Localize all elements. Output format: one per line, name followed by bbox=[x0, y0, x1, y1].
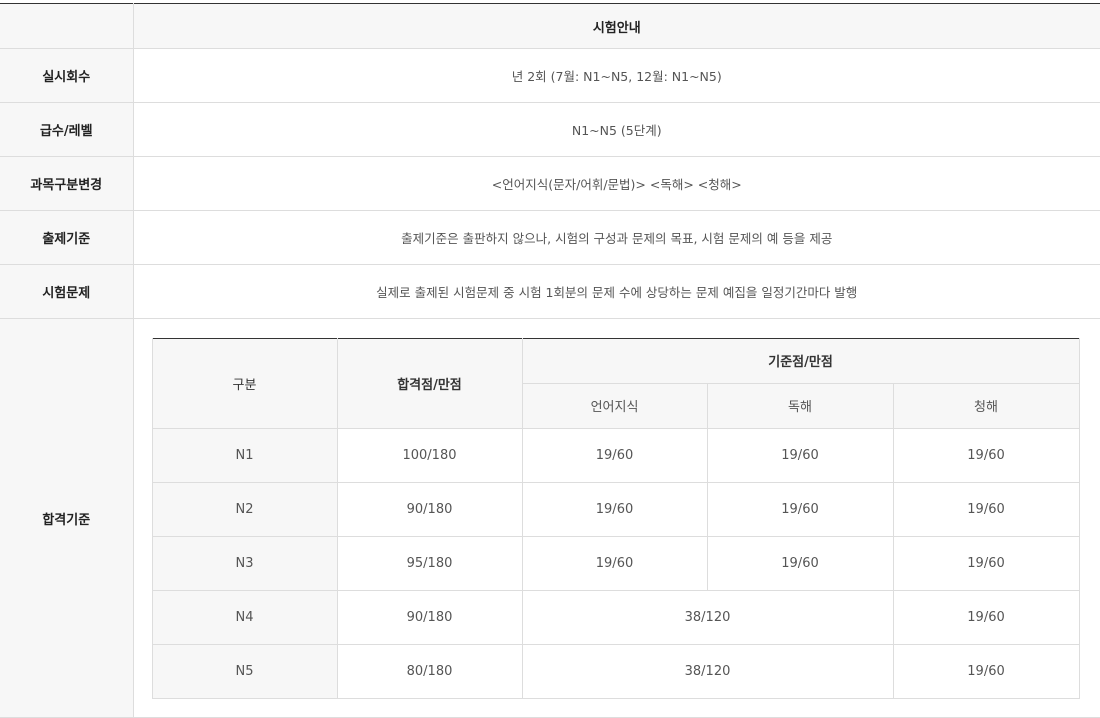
listening-score-cell: 19/60 bbox=[892, 589, 1080, 645]
listening-score-cell: 19/60 bbox=[892, 427, 1080, 483]
listening-score-cell: 19/60 bbox=[892, 481, 1080, 537]
table-row: 실시회수 년 2회 (7월: N1~N5, 12월: N1~N5) bbox=[0, 48, 1100, 103]
level-cell: N5 bbox=[151, 643, 338, 699]
table-row: N4 90/180 38/120 19/60 bbox=[151, 589, 1080, 645]
row-label: 실시회수 bbox=[0, 48, 134, 103]
exam-info-table: 시험안내 실시회수 년 2회 (7월: N1~N5, 12월: N1~N5) 급… bbox=[0, 3, 1100, 718]
pass-score-cell: 90/180 bbox=[336, 589, 523, 645]
subheader-reading: 독해 bbox=[706, 382, 894, 429]
table-row: 급수/레벨 N1~N5 (5단계) bbox=[0, 102, 1100, 157]
table-row: N3 95/180 19/60 19/60 19/60 bbox=[151, 535, 1080, 591]
pass-criteria-row: 합격기준 구분 합격점/만점 기준점/만점 언어지식 독해 청해 N1 100/… bbox=[0, 318, 1100, 718]
row-value: N1~N5 (5단계) bbox=[133, 102, 1100, 157]
subheader-language: 언어지식 bbox=[521, 382, 708, 429]
listening-score-cell: 19/60 bbox=[892, 535, 1080, 591]
row-value: 출제기준은 출판하지 않으나, 시험의 구성과 문제의 목표, 시험 문제의 예… bbox=[133, 210, 1100, 265]
combined-score-cell: 38/120 bbox=[521, 589, 894, 645]
language-score-cell: 19/60 bbox=[521, 427, 708, 483]
row-value: 년 2회 (7월: N1~N5, 12월: N1~N5) bbox=[133, 48, 1100, 103]
reading-score-cell: 19/60 bbox=[706, 427, 894, 483]
row-label: 출제기준 bbox=[0, 210, 134, 265]
inner-header-row: 구분 합격점/만점 기준점/만점 bbox=[151, 338, 1080, 429]
pass-score-cell: 80/180 bbox=[336, 643, 523, 699]
row-label: 합격기준 bbox=[0, 318, 134, 718]
pass-criteria-cell: 구분 합격점/만점 기준점/만점 언어지식 독해 청해 N1 100/180 1… bbox=[133, 318, 1100, 718]
pass-score-cell: 95/180 bbox=[336, 535, 523, 591]
language-score-cell: 19/60 bbox=[521, 481, 708, 537]
row-label: 시험문제 bbox=[0, 264, 134, 319]
table-title: 시험안내 bbox=[133, 3, 1100, 49]
table-row: 출제기준 출제기준은 출판하지 않으나, 시험의 구성과 문제의 목표, 시험 … bbox=[0, 210, 1100, 265]
combined-score-cell: 38/120 bbox=[521, 643, 894, 699]
table-row: 과목구분변경 <언어지식(문자/어휘/문법)> <독해> <청해> bbox=[0, 156, 1100, 211]
pass-score-cell: 90/180 bbox=[336, 481, 523, 537]
pass-criteria-table: 구분 합격점/만점 기준점/만점 언어지식 독해 청해 N1 100/180 1… bbox=[151, 337, 1080, 699]
row-value: 실제로 출제된 시험문제 중 시험 1회분의 문제 수에 상당하는 문제 예집을… bbox=[133, 264, 1100, 319]
reading-score-cell: 19/60 bbox=[706, 535, 894, 591]
table-row: 시험문제 실제로 출제된 시험문제 중 시험 1회분의 문제 수에 상당하는 문… bbox=[0, 264, 1100, 319]
header-row: 시험안내 bbox=[0, 3, 1100, 49]
col-header-base: 기준점/만점 bbox=[521, 338, 1080, 384]
row-label: 급수/레벨 bbox=[0, 102, 134, 157]
subheader-listening: 청해 bbox=[892, 382, 1080, 429]
language-score-cell: 19/60 bbox=[521, 535, 708, 591]
row-value: <언어지식(문자/어휘/문법)> <독해> <청해> bbox=[133, 156, 1100, 211]
pass-score-cell: 100/180 bbox=[336, 427, 523, 483]
level-cell: N2 bbox=[151, 481, 338, 537]
table-row: N2 90/180 19/60 19/60 19/60 bbox=[151, 481, 1080, 537]
col-header-division: 구분 bbox=[151, 338, 338, 429]
level-cell: N1 bbox=[151, 427, 338, 483]
table-row: N1 100/180 19/60 19/60 19/60 bbox=[151, 427, 1080, 483]
row-label: 과목구분변경 bbox=[0, 156, 134, 211]
table-row: N5 80/180 38/120 19/60 bbox=[151, 643, 1080, 699]
reading-score-cell: 19/60 bbox=[706, 481, 894, 537]
col-header-pass: 합격점/만점 bbox=[336, 338, 523, 429]
level-cell: N4 bbox=[151, 589, 338, 645]
corner-cell bbox=[0, 3, 134, 49]
level-cell: N3 bbox=[151, 535, 338, 591]
listening-score-cell: 19/60 bbox=[892, 643, 1080, 699]
